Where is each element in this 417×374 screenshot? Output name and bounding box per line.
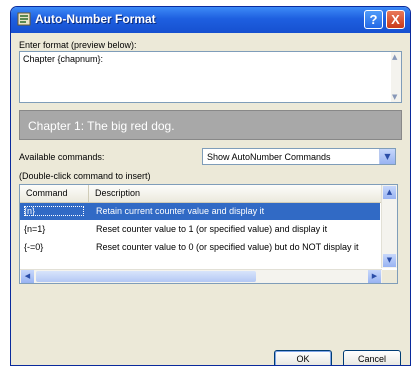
description-cell: Reset counter value to 0 (or specified v… bbox=[96, 242, 359, 252]
format-preview: Chapter 1: The big red dog. bbox=[19, 110, 402, 140]
ok-button[interactable]: OK bbox=[274, 350, 332, 365]
column-header-command[interactable]: Command bbox=[20, 185, 88, 203]
table-row[interactable]: {n=1} Reset counter value to 1 (or speci… bbox=[20, 221, 380, 238]
description-cell: Reset counter value to 1 (or specified v… bbox=[96, 224, 328, 234]
description-cell: Retain current counter value and display… bbox=[96, 206, 265, 216]
dialog-title: Auto-Number Format bbox=[35, 12, 156, 26]
scroll-down-icon[interactable]: ▼ bbox=[383, 254, 396, 267]
commands-hint: (Double-click command to insert) bbox=[19, 171, 151, 181]
preview-text: Chapter 1: The big red dog. bbox=[28, 119, 175, 133]
app-icon bbox=[17, 12, 31, 26]
help-button[interactable]: ? bbox=[364, 10, 383, 29]
list-horizontal-scrollbar[interactable]: ◀ ▶ bbox=[20, 269, 382, 283]
table-row[interactable]: {-=0} Reset counter value to 0 (or speci… bbox=[20, 239, 380, 256]
available-commands-label: Available commands: bbox=[19, 152, 105, 162]
command-cell: {n} bbox=[24, 206, 84, 216]
column-header-description[interactable]: Description bbox=[88, 185, 385, 203]
scroll-right-icon[interactable]: ▶ bbox=[368, 270, 381, 283]
close-button[interactable]: X bbox=[386, 10, 405, 29]
scroll-down-icon[interactable]: ▼ bbox=[392, 93, 397, 101]
format-input[interactable]: Chapter {chapnum}: ▲ ▼ bbox=[19, 51, 402, 103]
scroll-left-icon[interactable]: ◀ bbox=[21, 270, 34, 283]
command-cell: {-=0} bbox=[24, 242, 44, 252]
format-scrollbar[interactable]: ▲ ▼ bbox=[391, 52, 401, 102]
scroll-thumb[interactable] bbox=[36, 271, 256, 282]
list-vertical-scrollbar[interactable]: ▲ ▼ bbox=[381, 185, 397, 268]
commands-list[interactable]: Command Description {n} Retain current c… bbox=[19, 184, 398, 284]
chevron-down-icon[interactable]: ▼ bbox=[379, 149, 395, 164]
auto-number-dialog: Auto-Number Format ? X Enter format (pre… bbox=[10, 6, 411, 366]
command-cell: {n=1} bbox=[24, 224, 46, 234]
format-value[interactable]: Chapter {chapnum}: bbox=[23, 54, 103, 64]
scroll-up-icon[interactable]: ▲ bbox=[383, 186, 396, 199]
scroll-corner bbox=[382, 270, 397, 283]
format-label: Enter format (preview below): bbox=[19, 40, 137, 50]
cancel-button[interactable]: Cancel bbox=[343, 350, 401, 365]
scroll-up-icon[interactable]: ▲ bbox=[392, 53, 397, 61]
title-bar[interactable]: Auto-Number Format ? X bbox=[11, 7, 410, 33]
commands-dropdown-value[interactable]: Show AutoNumber Commands bbox=[207, 152, 331, 162]
commands-dropdown[interactable]: Show AutoNumber Commands ▼ bbox=[202, 148, 396, 165]
table-row[interactable]: {n} Retain current counter value and dis… bbox=[20, 203, 380, 220]
